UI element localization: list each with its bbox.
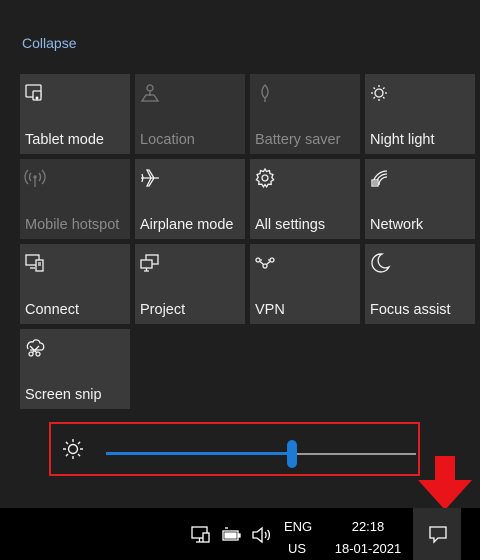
project-icon: [140, 254, 159, 272]
brightness-slider-fill: [106, 452, 292, 455]
tile-night-light[interactable]: Night light: [365, 74, 475, 154]
tile-label: Mobile hotspot: [25, 217, 120, 233]
connect-icon: [25, 254, 44, 272]
tile-screen-snip[interactable]: Screen snip: [20, 329, 130, 409]
battery-saver-icon: [261, 84, 269, 102]
gear-icon: [255, 167, 275, 188]
tile-label: Project: [140, 302, 186, 318]
network-icon: [371, 170, 388, 187]
tile-label: Tablet mode: [25, 132, 104, 148]
language-region: US: [288, 541, 307, 556]
volume-icon[interactable]: [250, 524, 272, 546]
tile-label: Location: [140, 132, 195, 148]
clock-date: 18-01-2021: [334, 541, 402, 556]
action-center-panel: Collapse Tablet mode Location Battery sa…: [0, 0, 480, 508]
night-light-icon: [371, 85, 387, 101]
tile-tablet-mode[interactable]: Tablet mode: [20, 74, 130, 154]
tile-label: Connect: [25, 302, 80, 318]
language-indicator[interactable]: ENG US: [284, 516, 312, 560]
brightness-slider-thumb[interactable]: [287, 440, 297, 468]
tablet-mode-icon: [25, 84, 42, 101]
notification-icon: [429, 526, 447, 544]
screen-snip-icon: [26, 339, 45, 357]
tile-focus-assist[interactable]: Focus assist: [365, 244, 475, 324]
tile-vpn[interactable]: VPN: [250, 244, 360, 324]
brightness-slider-highlight: [49, 422, 420, 476]
tile-project[interactable]: Project: [135, 244, 245, 324]
tile-airplane-mode[interactable]: Airplane mode: [135, 159, 245, 239]
location-icon: [140, 84, 160, 102]
moon-icon: [371, 253, 391, 273]
tile-connect[interactable]: Connect: [20, 244, 130, 324]
tile-label: Focus assist: [370, 302, 451, 318]
tile-label: VPN: [255, 302, 285, 318]
tile-network[interactable]: Network: [365, 159, 475, 239]
tile-label: Night light: [370, 132, 435, 148]
language-code: ENG: [284, 519, 313, 534]
airplane-icon: [141, 169, 159, 187]
tile-label: All settings: [255, 217, 326, 233]
collapse-link[interactable]: Collapse: [22, 35, 76, 51]
battery-icon[interactable]: [220, 524, 242, 546]
tile-label: Airplane mode: [140, 217, 234, 233]
tile-label: Battery saver: [255, 132, 341, 148]
clock[interactable]: 22:18 18-01-2021: [328, 516, 408, 560]
tile-mobile-hotspot[interactable]: Mobile hotspot: [20, 159, 130, 239]
tile-battery-saver[interactable]: Battery saver: [250, 74, 360, 154]
action-center-button[interactable]: [413, 508, 461, 560]
clock-time: 22:18: [351, 519, 385, 534]
tile-location[interactable]: Location: [135, 74, 245, 154]
brightness-icon: [63, 439, 83, 459]
network-tray-icon[interactable]: [190, 524, 212, 546]
vpn-icon: [255, 257, 275, 269]
tile-all-settings[interactable]: All settings: [250, 159, 360, 239]
annotation-arrow-icon: [418, 456, 472, 510]
taskbar: ENG US 22:18 18-01-2021: [0, 508, 480, 560]
mobile-hotspot-icon: [24, 169, 46, 187]
tile-label: Network: [370, 217, 424, 233]
tile-label: Screen snip: [25, 387, 102, 403]
